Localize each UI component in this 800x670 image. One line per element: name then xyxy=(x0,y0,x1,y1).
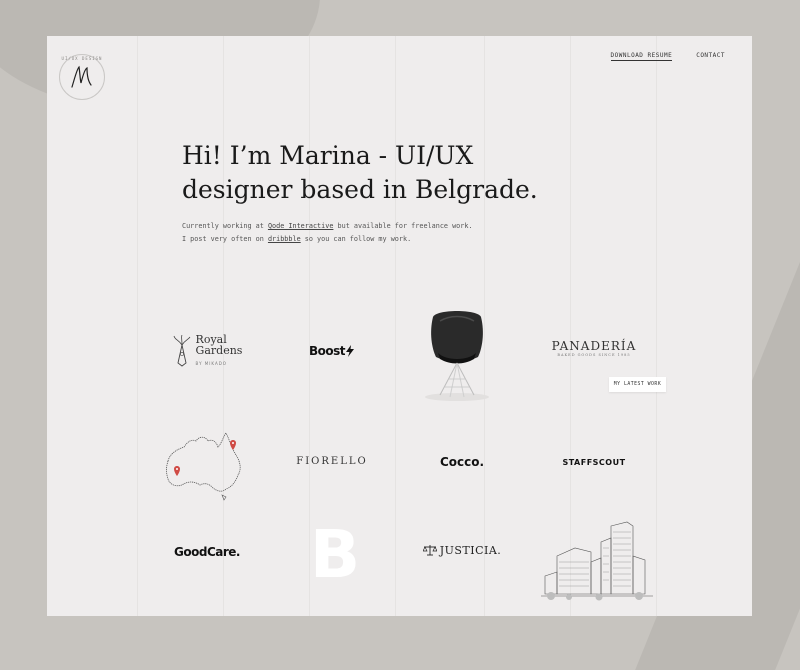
buildings-sketch-image xyxy=(540,521,653,601)
work-tile-b[interactable]: B xyxy=(275,514,395,594)
download-resume-link[interactable]: DOWNLOAD RESUME xyxy=(610,52,673,61)
qode-interactive-link[interactable]: Qode Interactive xyxy=(268,222,333,230)
work-tile-buildings[interactable] xyxy=(534,511,659,611)
panaderia-logo: PANADERÍA BAKED GOODS SINCE 1985 xyxy=(552,339,637,357)
royal-gardens-logo: Royal Gardens BY MIKADO xyxy=(196,334,243,369)
b-logo: B xyxy=(309,515,361,593)
dribbble-link[interactable]: dribbble xyxy=(268,235,301,243)
site-logo[interactable]: UI/UX DESIGN xyxy=(59,54,105,100)
royal-subtitle: BY MIKADO xyxy=(195,360,227,366)
map-pin-icon xyxy=(230,440,236,450)
work-tile-panaderia[interactable]: PANADERÍA BAKED GOODS SINCE 1985 xyxy=(534,318,654,378)
intro-text: but available for freelance work. xyxy=(333,222,473,230)
contact-link[interactable]: CONTACT xyxy=(696,52,725,61)
work-tile-boost[interactable]: Boost xyxy=(272,321,392,381)
scales-icon xyxy=(422,545,437,556)
panaderia-subtitle: BAKED GOODS SINCE 1985 xyxy=(557,353,631,357)
hero-title: Hi! I’m Marina - UI/UX designer based in… xyxy=(182,141,538,204)
royal-title-2: Gardens xyxy=(195,343,243,357)
map-pin-icon xyxy=(174,466,180,476)
cocco-logo: Cocco. xyxy=(439,455,485,469)
logo-ring-text: UI/UX DESIGN xyxy=(61,56,103,61)
grid-line xyxy=(137,36,138,616)
work-tile-goodcare[interactable]: GoodCare. xyxy=(147,522,267,582)
boost-logo: Boost xyxy=(308,344,346,358)
staffscout-logo: STAFFSCOUT xyxy=(562,457,626,467)
work-tile-chair[interactable] xyxy=(407,301,507,411)
justicia-logo: JUSTICIA. xyxy=(439,543,502,557)
work-tile-cocco[interactable]: Cocco. xyxy=(402,432,522,492)
intro-text: I post very often on xyxy=(182,235,268,243)
hero-intro-line-2: I post very often on dribbble so you can… xyxy=(182,233,502,246)
portfolio-page: UI/UX DESIGN DOWNLOAD RESUME CONTACT Hi!… xyxy=(47,36,752,616)
goodcare-logo: GoodCare. xyxy=(174,545,240,559)
lightning-bolt-icon xyxy=(346,345,354,357)
work-tile-australia-map[interactable] xyxy=(152,426,252,506)
signature-m-icon xyxy=(71,65,92,88)
hero-intro: Currently working at Qode Interactive bu… xyxy=(182,220,502,246)
work-tile-justicia[interactable]: JUSTICIA. xyxy=(402,520,522,580)
intro-text: Currently working at xyxy=(182,222,268,230)
work-tile-staffscout[interactable]: STAFFSCOUT xyxy=(534,432,654,492)
work-tile-fiorello[interactable]: FIORELLO xyxy=(272,431,392,491)
my-latest-work-button[interactable]: MY LATEST WORK xyxy=(609,377,666,392)
panaderia-title: PANADERÍA xyxy=(551,339,637,353)
work-tile-royal-gardens[interactable]: Royal Gardens BY MIKADO xyxy=(147,321,267,381)
carrot-icon xyxy=(173,335,190,367)
top-nav: DOWNLOAD RESUME CONTACT xyxy=(610,52,725,61)
fiorello-logo: FIORELLO xyxy=(296,455,368,467)
hero-intro-line-1: Currently working at Qode Interactive bu… xyxy=(182,220,502,233)
australia-map-image xyxy=(166,432,241,501)
intro-text: so you can follow my work. xyxy=(300,235,412,243)
grid-line xyxy=(395,36,396,616)
chair-image xyxy=(425,311,489,401)
